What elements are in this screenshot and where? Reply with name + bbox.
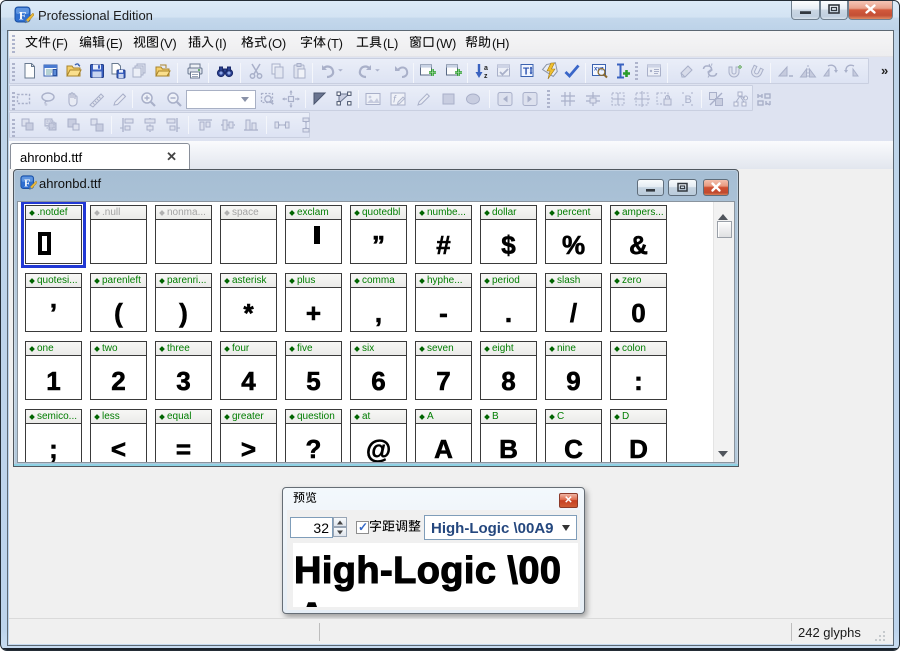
- svg-text:B: B: [685, 94, 692, 106]
- svg-text:F: F: [24, 178, 30, 189]
- svg-text:z: z: [484, 73, 488, 80]
- svg-text:a: a: [484, 65, 488, 72]
- svg-text:F: F: [19, 9, 26, 23]
- svg-text:T: T: [523, 67, 529, 78]
